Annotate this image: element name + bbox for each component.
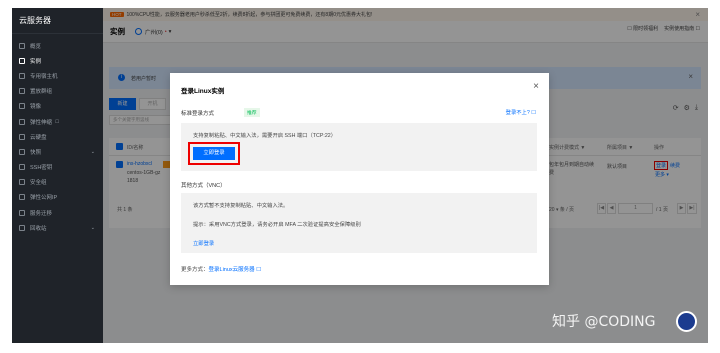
chevron-down-icon: ⌄ [90, 148, 95, 155]
sidebar-item-placement-group[interactable]: 置放群组 [12, 84, 103, 99]
grid-icon [19, 42, 25, 49]
recommend-badge: 推荐 [244, 108, 260, 117]
vnc-description: 该方式暂不支持复制粘贴、中文输入法。 [193, 203, 289, 209]
login-help-link[interactable]: 登录不上? ☐ [506, 108, 536, 116]
sidebar-title: 云服务器 [12, 8, 103, 34]
login-linux-dialog: 登录Linux实例 × 标准登录方式 推荐 登录不上? ☐ 支持复制粘贴、中文输… [170, 73, 549, 285]
host-icon [19, 72, 25, 79]
watermark: 知乎 @CODING [552, 314, 656, 330]
more-ways-link[interactable]: 登录Linux云服务器 ☐ [209, 267, 262, 273]
close-icon[interactable]: × [533, 81, 539, 92]
standard-login-panel: 支持复制粘贴、中文输入法，需要开启 SSH 端口（TCP:22） 立即登录 [181, 123, 537, 171]
cloud-icon [19, 57, 25, 64]
vnc-login-link[interactable]: 立即登录 [193, 239, 214, 247]
sidebar: 云服务器 概览 实例 专用宿主机 置放群组 镜像 弹性伸缩 ☐ 云硬盘 快照 ⌄ S… [12, 8, 103, 343]
avatar [676, 311, 697, 332]
shield-icon [19, 179, 25, 186]
key-icon [19, 164, 25, 171]
sidebar-item-migration[interactable]: 服务迁移 [12, 205, 103, 220]
sidebar-item-images[interactable]: 镜像 [12, 99, 103, 114]
vnc-hint: 提示：采用VNC方式登录，请务必开启 MFA 二次验证提高安全保障级别 [193, 222, 361, 228]
more-ways: 更多方式：登录Linux云服务器 ☐ [181, 267, 262, 273]
login-now-button[interactable]: 立即登录 [188, 142, 240, 165]
ip-icon [19, 194, 25, 201]
sidebar-item-auto-scaling[interactable]: 弹性伸缩 ☐ [12, 114, 103, 129]
dialog-title: 登录Linux实例 [181, 88, 225, 95]
sidebar-item-security-group[interactable]: 安全组 [12, 175, 103, 190]
sidebar-item-recycle-bin[interactable]: 回收站 ⌄ [12, 220, 103, 235]
disk-icon [19, 133, 25, 140]
external-link-icon: ☐ [55, 118, 60, 124]
sidebar-item-dedicated-host[interactable]: 专用宿主机 [12, 68, 103, 83]
sidebar-item-eip[interactable]: 弹性公网IP [12, 190, 103, 205]
vnc-login-label: 其他方式（VNC） [181, 183, 226, 189]
chevron-down-icon: ⌄ [90, 224, 95, 231]
image-icon [19, 103, 25, 110]
sidebar-item-overview[interactable]: 概览 [12, 38, 103, 53]
group-icon [19, 88, 25, 95]
standard-login-label: 标准登录方式 [181, 111, 215, 117]
sidebar-item-ssh-keys[interactable]: SSH密钥 [12, 160, 103, 175]
standard-login-description: 支持复制粘贴、中文输入法，需要开启 SSH 端口（TCP:22） [193, 133, 337, 139]
sidebar-item-instances[interactable]: 实例 [12, 53, 103, 68]
sidebar-item-snapshot[interactable]: 快照 ⌄ [12, 144, 103, 159]
scale-icon [19, 118, 25, 125]
migrate-icon [19, 209, 25, 216]
snapshot-icon [19, 148, 25, 155]
trash-icon [19, 224, 25, 231]
vnc-login-panel: 该方式暂不支持复制粘贴、中文输入法。 提示：采用VNC方式登录，请务必开启 MF… [181, 193, 537, 253]
sidebar-item-cloud-disk[interactable]: 云硬盘 [12, 129, 103, 144]
